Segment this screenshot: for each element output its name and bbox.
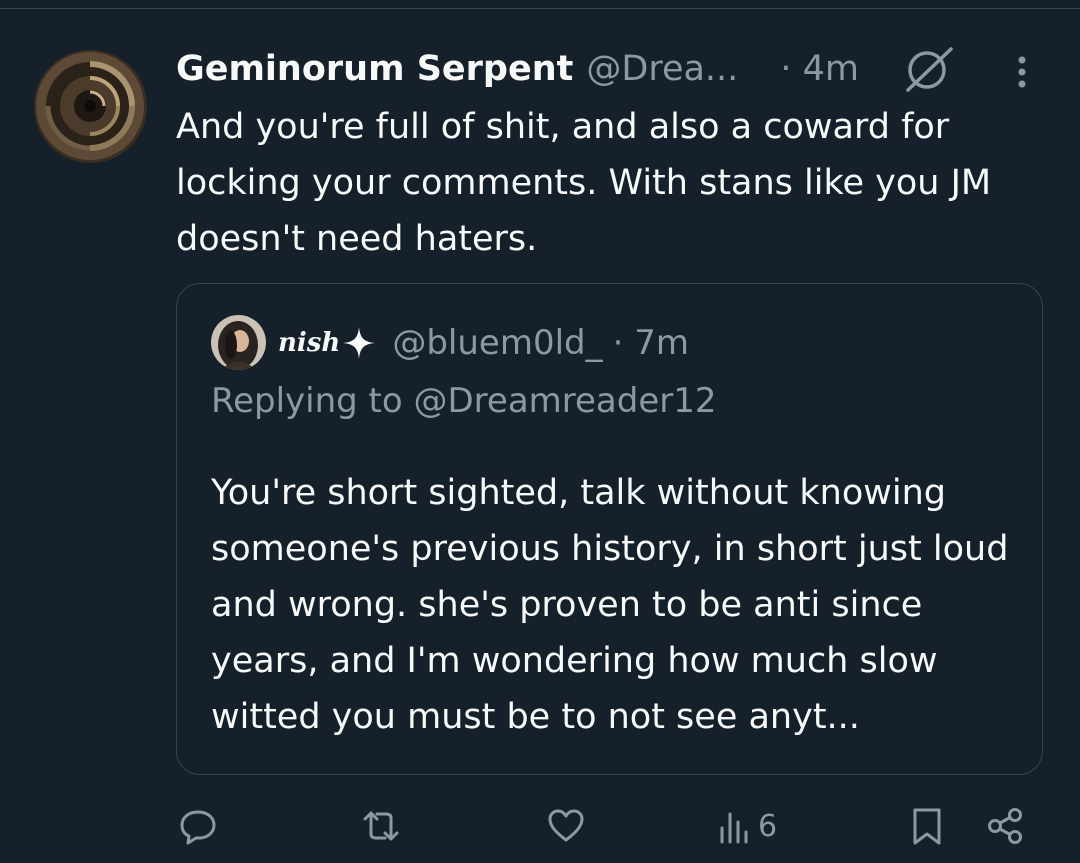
tweet-timestamp[interactable]: · 4m xyxy=(780,49,859,89)
like-icon[interactable] xyxy=(546,806,586,846)
top-divider xyxy=(0,8,1080,9)
sparkle-icon xyxy=(343,327,376,359)
tweet-text: And you're full of shit, and also a cowa… xyxy=(176,107,992,259)
author-handle[interactable]: @Drea... xyxy=(586,49,738,89)
tweet-header: Geminorum Serpent @Drea... · 4m xyxy=(176,44,859,94)
quoted-author-avatar[interactable] xyxy=(211,315,266,370)
quoted-tweet-timestamp[interactable]: · 7m xyxy=(613,323,689,363)
views-button[interactable]: 6 xyxy=(718,806,777,846)
quoted-tweet-card[interactable]: nish @bluem0ld_ · 7m Replying to @Dreamr… xyxy=(176,283,1043,775)
reply-icon[interactable] xyxy=(178,806,218,846)
quoted-author-handle[interactable]: @bluem0ld_ xyxy=(392,323,602,363)
author-avatar[interactable] xyxy=(34,50,147,163)
views-count: 6 xyxy=(758,808,778,844)
views-icon xyxy=(720,812,748,844)
quoted-author-display-name[interactable]: nish xyxy=(278,328,340,358)
share-icon[interactable] xyxy=(985,806,1025,846)
quoted-tweet-text: You're short sighted, talk without knowi… xyxy=(211,473,1009,737)
grok-icon[interactable] xyxy=(904,46,954,92)
replying-to-text: Replying to @Dreamreader12 xyxy=(211,381,717,421)
bookmark-icon[interactable] xyxy=(907,806,947,846)
quoted-tweet-header: nish @bluem0ld_ · 7m xyxy=(278,318,689,368)
author-display-name[interactable]: Geminorum Serpent xyxy=(176,49,573,89)
retweet-icon[interactable] xyxy=(361,806,401,846)
more-icon[interactable] xyxy=(1012,52,1032,92)
